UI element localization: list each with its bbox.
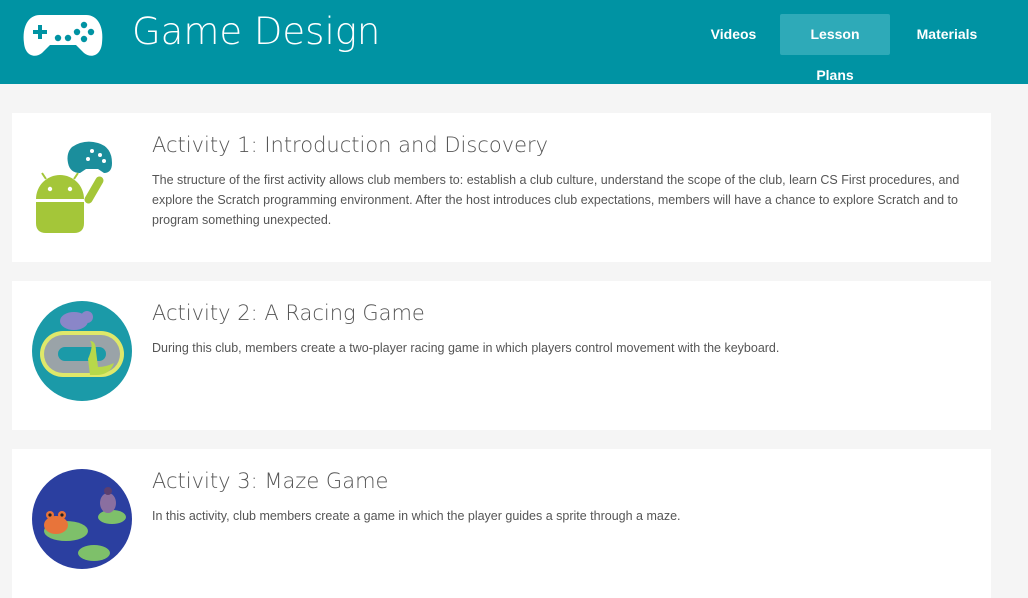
activity-card[interactable]: Activity 2: A Racing Game During this cl… (12, 281, 991, 430)
site-header: Game Design Videos Lesson Plans Material… (0, 0, 1028, 84)
activity-title[interactable]: Activity 1: Introduction and Discovery (152, 133, 548, 157)
activity-title[interactable]: Activity 3: Maze Game (152, 469, 388, 493)
nav-materials[interactable]: Materials (904, 14, 990, 55)
activity-description: During this club, members create a two-p… (152, 341, 780, 355)
activity-card[interactable]: Activity 1: Introduction and Discovery T… (12, 113, 991, 262)
racetrack-icon (32, 301, 132, 401)
activity-description: In this activity, club members create a … (152, 509, 681, 523)
nav-lesson-plans[interactable]: Lesson Plans (780, 14, 890, 83)
activity-title[interactable]: Activity 2: A Racing Game (152, 301, 425, 325)
activity-card[interactable]: Activity 3: Maze Game In this activity, … (12, 449, 991, 598)
android-gamepad-icon (36, 141, 112, 233)
gamepad-icon[interactable] (22, 11, 104, 59)
site-title: Game Design (132, 10, 381, 53)
activity-description: The structure of the first activity allo… (152, 173, 960, 227)
pond-maze-icon (32, 469, 132, 569)
nav-videos[interactable]: Videos (700, 14, 767, 55)
